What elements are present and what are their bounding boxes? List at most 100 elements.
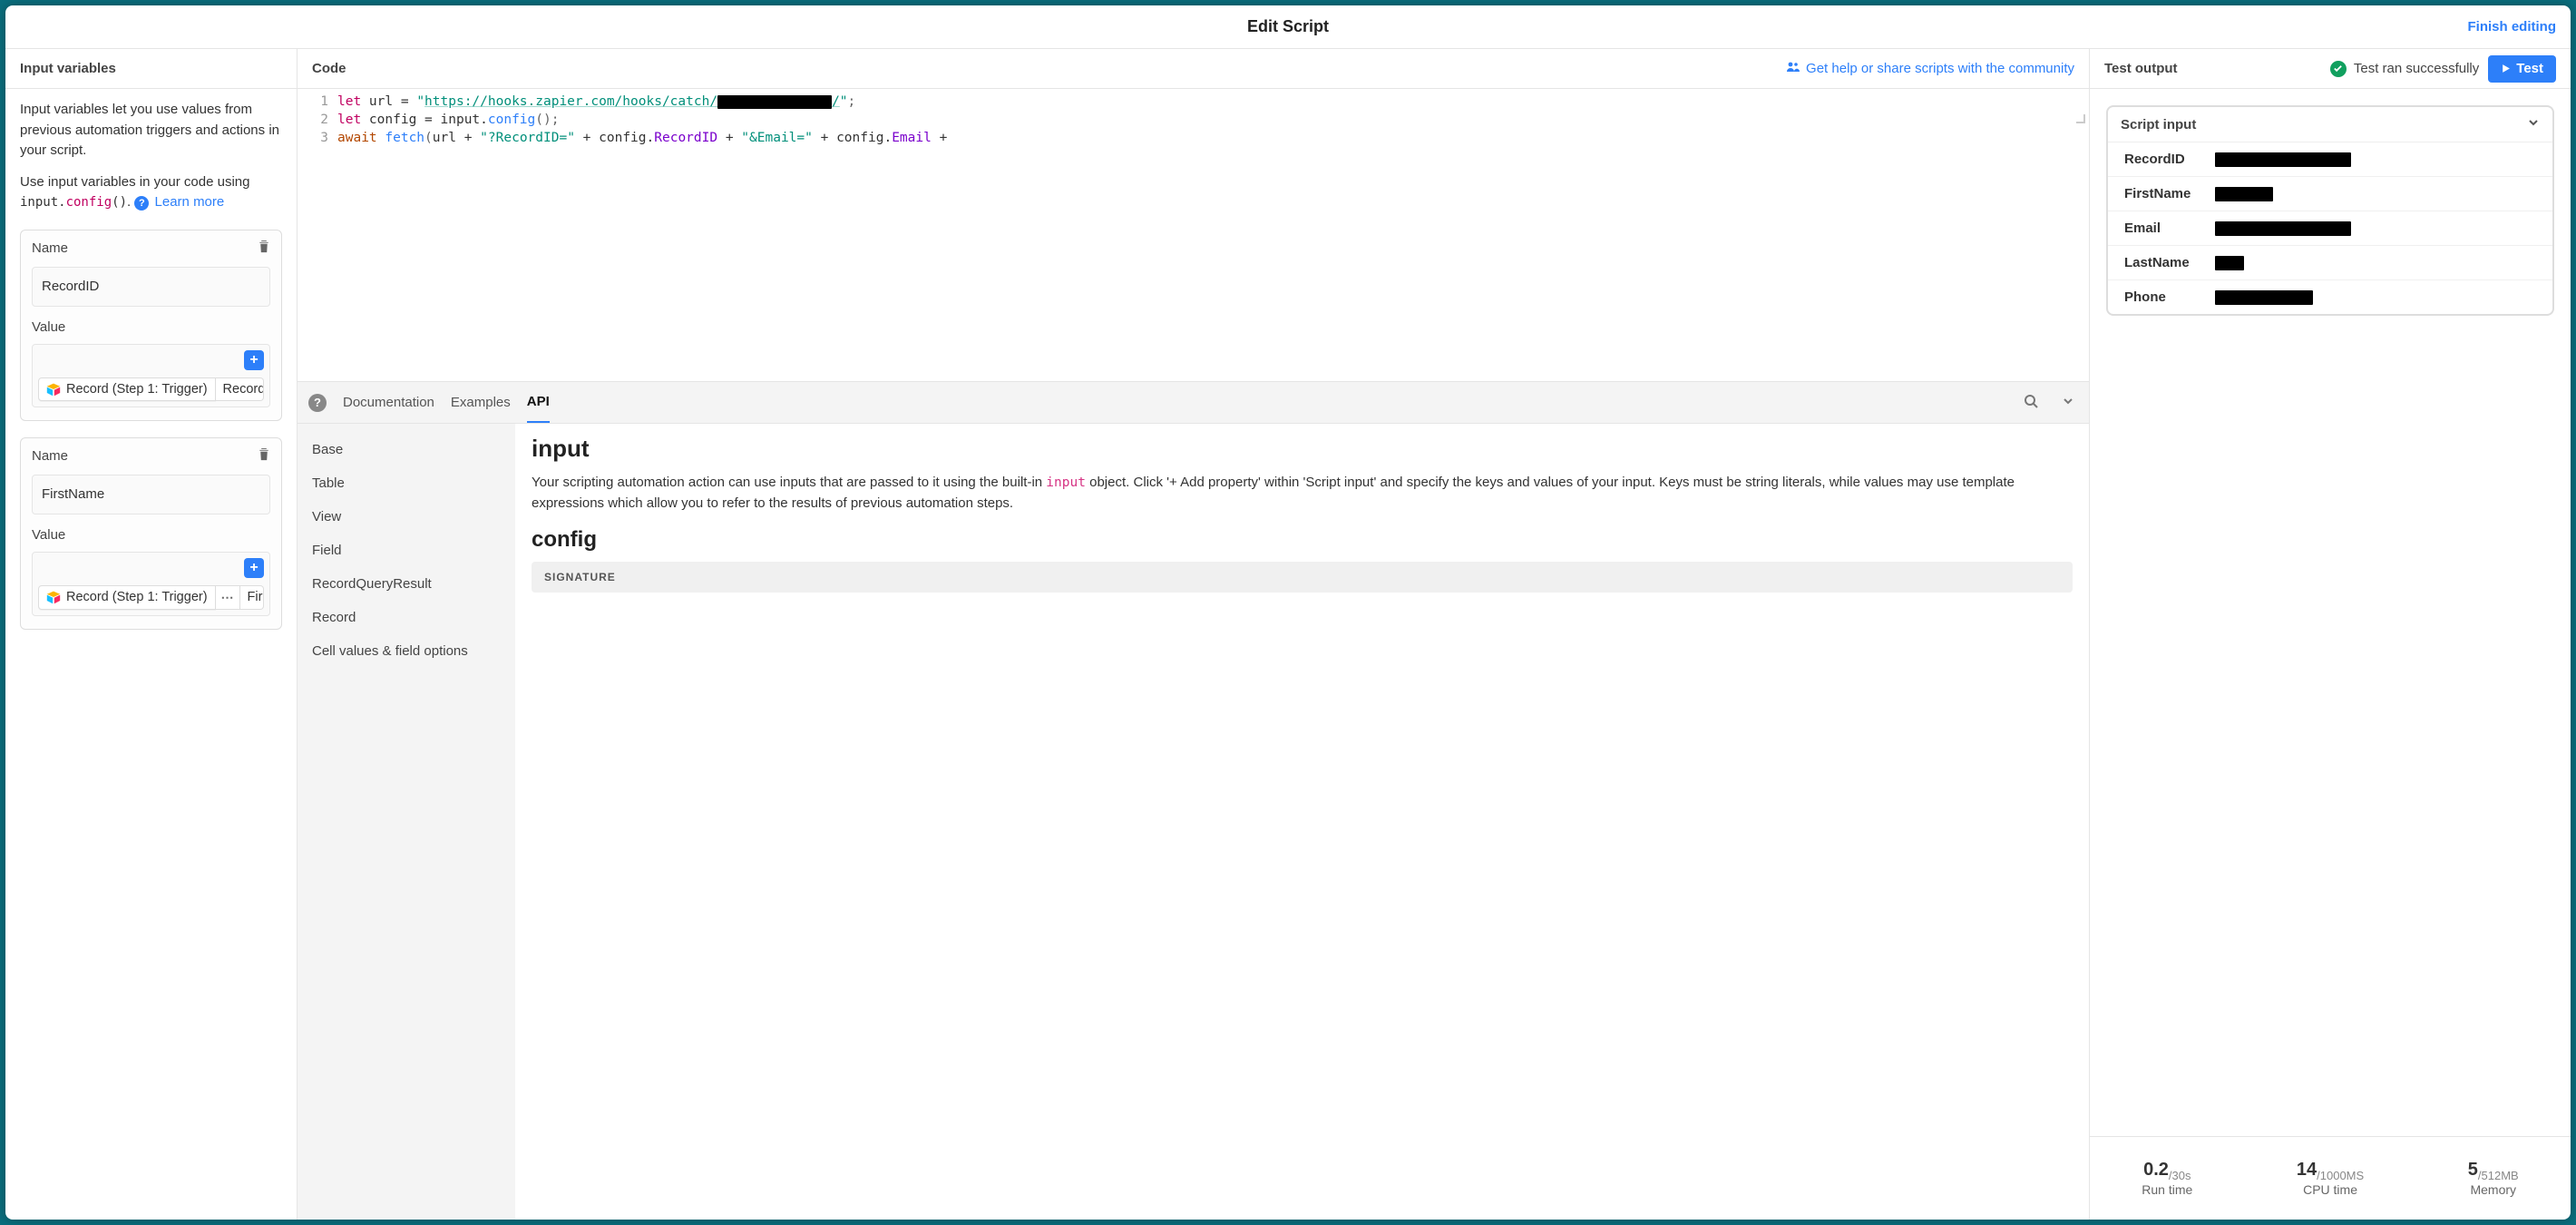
test-body: Script input RecordID FirstName: [2090, 89, 2571, 1136]
test-output-title: Test output: [2104, 61, 2178, 76]
delete-icon[interactable]: [258, 240, 270, 258]
community-link-label: Get help or share scripts with the commu…: [1806, 61, 2074, 76]
test-output-panel: Test output Test ran successfully Test S…: [2090, 49, 2571, 1220]
value-box: + Record (Step 1: Trigger) ⋯ Fir: [32, 552, 270, 616]
script-input-rows: RecordID FirstName Email LastName: [2108, 142, 2552, 314]
variable-name-input[interactable]: [32, 475, 270, 514]
page-title: Edit Script: [1247, 17, 1329, 36]
redacted-value: [2215, 221, 2351, 236]
signature-box: SIGNATURE: [532, 562, 2073, 593]
minimap-icon: [2076, 114, 2085, 123]
script-input-row: Email: [2108, 211, 2552, 245]
value-label: Value: [32, 527, 65, 543]
help-text-2: Use input variables in your code using i…: [20, 172, 282, 213]
name-label: Name: [32, 448, 68, 464]
script-input-row: LastName: [2108, 245, 2552, 279]
docs-nav-view[interactable]: View: [298, 500, 515, 534]
docs-toolbar: ? Documentation Examples API: [298, 382, 2089, 424]
script-input-row: FirstName: [2108, 176, 2552, 211]
docs-nav-field[interactable]: Field: [298, 534, 515, 567]
finish-editing-link[interactable]: Finish editing: [2468, 5, 2557, 48]
people-icon: [1786, 61, 1800, 77]
test-output-header: Test output Test ran successfully Test: [2090, 49, 2571, 89]
script-input-row: Phone: [2108, 279, 2552, 314]
help2-prefix: Use input variables in your code using: [20, 174, 249, 190]
docs-nav-record[interactable]: Record: [298, 601, 515, 634]
metric-runtime: 0.2/30s Run time: [2142, 1160, 2192, 1197]
script-input-toggle[interactable]: Script input: [2108, 107, 2552, 142]
code-header: Code Get help or share scripts with the …: [298, 49, 2089, 89]
code-editor[interactable]: 1 2 3 let url = "https://hooks.zapier.co…: [298, 89, 2089, 381]
input-variables-panel: Input variables Input variables let you …: [5, 49, 298, 1220]
docs-body: Base Table View Field RecordQueryResult …: [298, 424, 2089, 1220]
input-variables-body: Input variables let you use values from …: [5, 89, 297, 1220]
variable-name-input[interactable]: [32, 267, 270, 307]
airtable-icon: [46, 590, 61, 604]
token-field[interactable]: Fir: [240, 585, 264, 610]
help-icon[interactable]: ?: [308, 394, 327, 412]
airtable-icon: [46, 382, 61, 397]
delete-icon[interactable]: [258, 447, 270, 466]
docs-pane: ? Documentation Examples API Base Ta: [298, 381, 2089, 1220]
learn-more-link[interactable]: Learn more: [155, 194, 225, 210]
help2-code: input.config(): [20, 195, 127, 210]
docs-nav-rqr[interactable]: RecordQueryResult: [298, 567, 515, 601]
search-icon[interactable]: [2020, 394, 2042, 412]
code-panel: Code Get help or share scripts with the …: [298, 49, 2090, 1220]
input-variable-card: Name Value +: [20, 437, 282, 630]
docs-content: input Your scripting automation action c…: [515, 424, 2089, 1220]
input-variable-card: Name Value +: [20, 230, 282, 421]
script-input-row: RecordID: [2108, 142, 2552, 176]
redacted-value: [2215, 152, 2351, 167]
add-value-button[interactable]: +: [244, 350, 264, 370]
tab-api[interactable]: API: [527, 382, 550, 423]
input-variables-header: Input variables: [5, 49, 297, 89]
redacted-value: [2215, 187, 2273, 201]
test-button[interactable]: Test: [2488, 55, 2556, 83]
token-field[interactable]: Record: [216, 377, 264, 401]
value-token[interactable]: Record (Step 1: Trigger): [38, 585, 216, 610]
community-link[interactable]: Get help or share scripts with the commu…: [1786, 61, 2074, 77]
value-box: + Record (Step 1: Trigger) Record: [32, 344, 270, 407]
value-pill-row: Record (Step 1: Trigger) ⋯ Fir: [38, 585, 264, 610]
main-columns: Input variables Input variables let you …: [5, 49, 2571, 1220]
chevron-down-icon[interactable]: [2058, 395, 2078, 411]
token-label: Record (Step 1: Trigger): [66, 382, 208, 397]
tab-examples[interactable]: Examples: [451, 382, 511, 423]
metric-cputime: 14/1000MS CPU time: [2297, 1160, 2364, 1197]
titlebar: Edit Script Finish editing: [5, 5, 2571, 49]
add-value-button[interactable]: +: [244, 558, 264, 578]
line-gutter: 1 2 3: [298, 89, 337, 381]
help-icon[interactable]: ?: [134, 196, 149, 211]
value-pill-row: Record (Step 1: Trigger) Record: [38, 377, 264, 401]
test-button-label: Test: [2516, 61, 2543, 76]
edit-script-window: Edit Script Finish editing Input variabl…: [5, 5, 2571, 1220]
check-icon: [2330, 61, 2347, 77]
docs-nav: Base Table View Field RecordQueryResult …: [298, 424, 515, 1220]
docs-nav-base[interactable]: Base: [298, 433, 515, 466]
docs-nav-table[interactable]: Table: [298, 466, 515, 500]
help-text-1: Input variables let you use values from …: [20, 100, 282, 162]
docs-nav-cells[interactable]: Cell values & field options: [298, 634, 515, 668]
docs-paragraph: Your scripting automation action can use…: [532, 472, 2073, 514]
metric-memory: 5/512MB Memory: [2468, 1160, 2519, 1197]
play-icon: [2501, 64, 2511, 74]
value-label: Value: [32, 319, 65, 335]
test-status: Test ran successfully: [2330, 61, 2479, 77]
token-label: Record (Step 1: Trigger): [66, 590, 208, 604]
value-token[interactable]: Record (Step 1: Trigger): [38, 377, 216, 401]
docs-h2: input: [532, 435, 2073, 463]
chevron-down-icon: [2527, 116, 2540, 132]
code-header-title: Code: [312, 61, 346, 76]
redacted-value: [2215, 256, 2244, 270]
redacted-value: [2215, 290, 2313, 305]
redacted-url: [717, 95, 832, 109]
name-label: Name: [32, 240, 68, 256]
status-label: Test ran successfully: [2354, 61, 2479, 76]
tab-documentation[interactable]: Documentation: [343, 382, 434, 423]
token-more[interactable]: ⋯: [216, 585, 240, 610]
metrics-bar: 0.2/30s Run time 14/1000MS CPU time 5/51…: [2090, 1136, 2571, 1220]
docs-h3: config: [532, 527, 2073, 553]
code-area[interactable]: let url = "https://hooks.zapier.com/hook…: [337, 89, 2089, 381]
script-input-card: Script input RecordID FirstName: [2106, 105, 2554, 316]
